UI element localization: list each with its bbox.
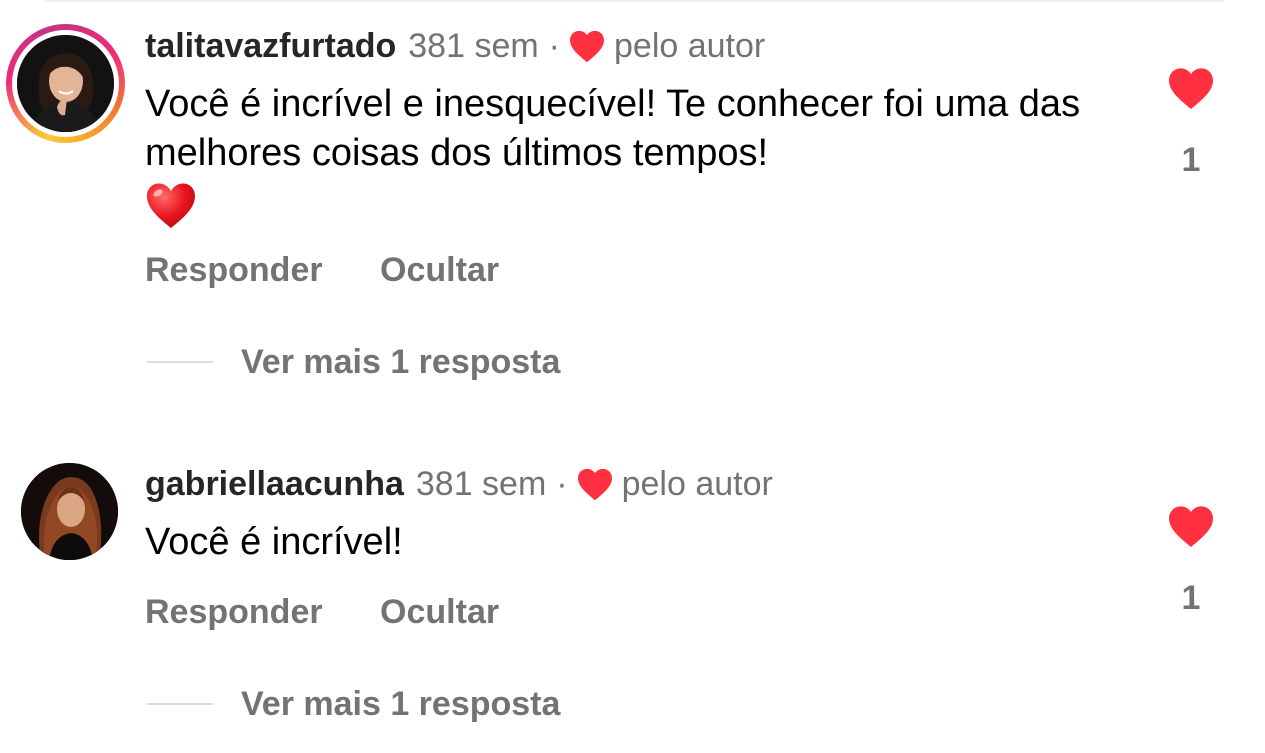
heart-filled-icon[interactable] <box>1166 504 1216 548</box>
timestamp: 381 sem <box>408 27 539 65</box>
like-count[interactable]: 1 <box>1166 140 1216 180</box>
view-replies-button[interactable]: Ver mais 1 resposta <box>147 684 560 724</box>
view-replies-label: Ver mais 1 resposta <box>241 343 561 381</box>
comment-text: Você é incrível! <box>145 521 403 563</box>
timestamp: 381 sem <box>415 465 547 503</box>
liked-by-author-label: pelo autor <box>621 465 773 503</box>
comment-header: talitavazfurtado 381 sem · pelo autor <box>145 26 765 66</box>
avatar-story-ring[interactable] <box>6 24 125 143</box>
author-heart-icon <box>576 467 614 501</box>
like-count[interactable]: 1 <box>1166 578 1216 618</box>
comment-actions: Responder Ocultar <box>145 250 499 290</box>
comment-item: gabriellaacunha 381 sem · pelo autor Voc… <box>0 440 1265 753</box>
hide-button[interactable]: Ocultar <box>380 251 499 289</box>
comment-body: Você é incrível e inesquecível! Te conhe… <box>145 80 1105 230</box>
replies-line <box>147 361 213 363</box>
heart-filled-icon[interactable] <box>1166 66 1216 110</box>
avatar <box>17 35 114 132</box>
comment-item: talitavazfurtado 381 sem · pelo autor Vo… <box>0 0 1265 400</box>
comment-actions: Responder Ocultar <box>145 592 499 632</box>
liked-by-author-label: pelo autor <box>614 27 766 65</box>
comment-header: gabriellaacunha 381 sem · pelo autor <box>145 464 773 504</box>
author-heart-icon <box>568 29 606 63</box>
comment-text: Você é incrível e inesquecível! Te conhe… <box>145 83 1081 174</box>
username[interactable]: talitavazfurtado <box>145 26 396 66</box>
reply-button[interactable]: Responder <box>145 251 323 289</box>
replies-line <box>147 703 213 705</box>
red-heart-emoji-icon <box>145 182 197 230</box>
reply-button[interactable]: Responder <box>145 593 323 631</box>
view-replies-label: Ver mais 1 resposta <box>241 685 561 723</box>
avatar[interactable] <box>21 463 118 560</box>
separator-dot: · <box>548 27 560 65</box>
like-control: 1 <box>1166 66 1216 180</box>
view-replies-button[interactable]: Ver mais 1 resposta <box>147 342 560 382</box>
username[interactable]: gabriellaacunha <box>145 464 404 504</box>
hide-button[interactable]: Ocultar <box>380 593 499 631</box>
comment-body: Você é incrível! <box>145 518 1105 567</box>
like-control: 1 <box>1166 504 1216 618</box>
separator-dot: · <box>556 465 568 503</box>
